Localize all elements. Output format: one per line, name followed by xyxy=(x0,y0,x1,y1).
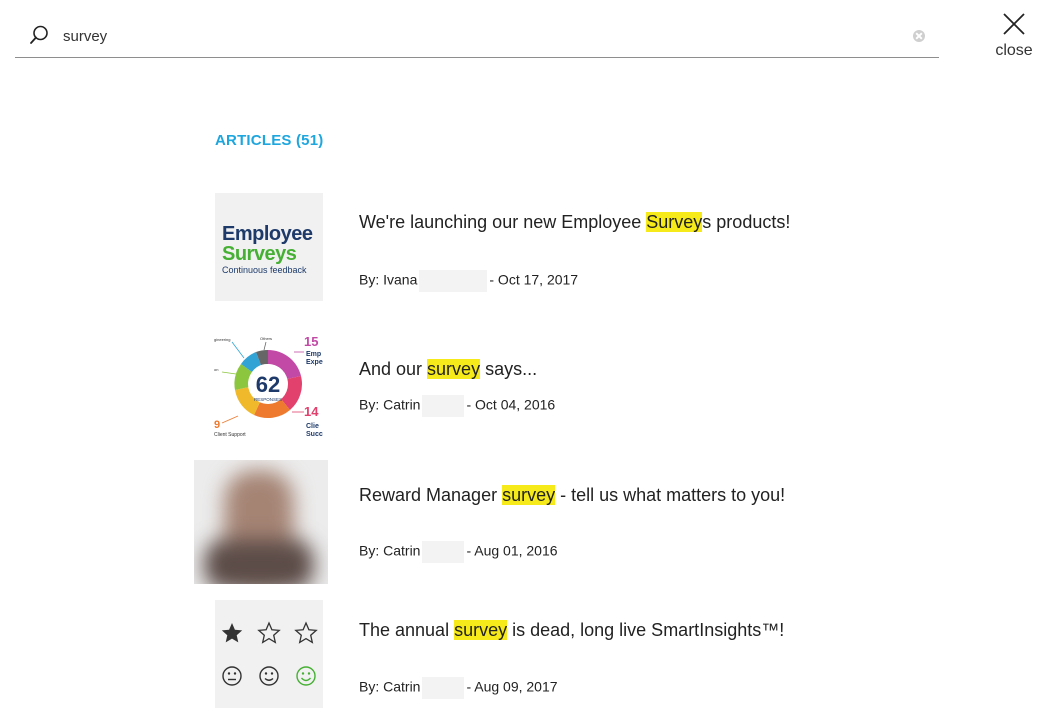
article-title[interactable]: The annual survey is dead, long live Sma… xyxy=(359,619,829,641)
article-meta: By: Catrin - Aug 09, 2017 xyxy=(359,677,558,699)
thumbnail-brand-tagline: Continuous feedback xyxy=(222,265,307,275)
clear-search-icon[interactable] xyxy=(913,30,925,42)
donut-label: gineering xyxy=(214,337,230,342)
article-date: - Aug 09, 2017 xyxy=(466,678,558,695)
search-bar xyxy=(15,16,939,58)
redacted-name xyxy=(422,541,465,563)
donut-center-label: RESPONSES xyxy=(254,397,282,402)
article-item[interactable]: 62 RESPONSES gineering Others on 15 Emp … xyxy=(194,328,854,440)
donut-label: Emp xyxy=(306,351,321,358)
thumbnail-brand-line2: Surveys xyxy=(222,243,297,265)
article-author: By: Catrin xyxy=(359,396,421,413)
search-highlight: survey xyxy=(502,485,556,505)
donut-label: on xyxy=(214,367,218,372)
close-label: close xyxy=(995,42,1033,59)
donut-label: Succ xyxy=(306,431,323,438)
search-input[interactable] xyxy=(63,25,883,47)
article-thumbnail-ratings xyxy=(215,600,323,708)
article-author: By: Ivana xyxy=(359,271,418,288)
search-highlight: survey xyxy=(454,620,508,640)
redacted-name xyxy=(422,677,465,699)
article-author: By: Catrin xyxy=(359,542,421,559)
articles-section-title[interactable]: ARTICLES (51) xyxy=(215,132,323,149)
search-highlight: survey xyxy=(427,359,481,379)
article-title[interactable]: Reward Manager survey - tell us what mat… xyxy=(359,484,829,506)
donut-label: Clie xyxy=(306,423,319,430)
article-title[interactable]: And our survey says... xyxy=(359,358,829,380)
close-icon xyxy=(1003,13,1025,35)
article-item[interactable]: Employee Surveys Continuous feedback We'… xyxy=(194,192,854,302)
donut-label: 9 xyxy=(214,419,220,431)
search-icon xyxy=(30,25,48,44)
article-date: - Oct 04, 2016 xyxy=(466,396,556,413)
close-button[interactable]: close xyxy=(986,12,1042,66)
donut-label: 14 xyxy=(304,404,319,419)
redacted-name xyxy=(422,395,465,417)
donut-label: Client Support xyxy=(214,432,246,438)
search-highlight: Survey xyxy=(646,212,703,232)
donut-center-value: 62 xyxy=(256,372,280,397)
article-thumbnail-donut-chart: 62 RESPONSES gineering Others on 15 Emp … xyxy=(214,328,324,438)
article-item[interactable]: The annual survey is dead, long live Sma… xyxy=(194,600,854,712)
article-thumbnail-photo xyxy=(194,460,328,584)
article-item[interactable]: Reward Manager survey - tell us what mat… xyxy=(194,460,854,584)
article-date: - Oct 17, 2017 xyxy=(489,271,579,288)
donut-label: 15 xyxy=(304,334,318,349)
star-outline-icon xyxy=(294,621,318,644)
star-filled-icon xyxy=(221,623,243,643)
smile-face-icon xyxy=(259,666,279,686)
article-author: By: Catrin xyxy=(359,678,421,695)
article-title[interactable]: We're launching our new Employee Surveys… xyxy=(359,211,829,233)
donut-label: Others xyxy=(260,336,272,341)
article-meta: By: Catrin - Oct 04, 2016 xyxy=(359,395,555,417)
happy-face-green-icon xyxy=(296,666,316,686)
donut-label: Expe xyxy=(306,359,323,366)
star-outline-icon xyxy=(257,621,281,644)
article-date: - Aug 01, 2016 xyxy=(466,542,558,559)
article-meta: By: Catrin - Aug 01, 2016 xyxy=(359,541,558,563)
redacted-name xyxy=(419,270,488,292)
article-meta: By: Ivana - Oct 17, 2017 xyxy=(359,270,578,292)
neutral-face-icon xyxy=(222,666,242,686)
article-thumbnail-employee-surveys: Employee Surveys Continuous feedback xyxy=(215,193,323,301)
